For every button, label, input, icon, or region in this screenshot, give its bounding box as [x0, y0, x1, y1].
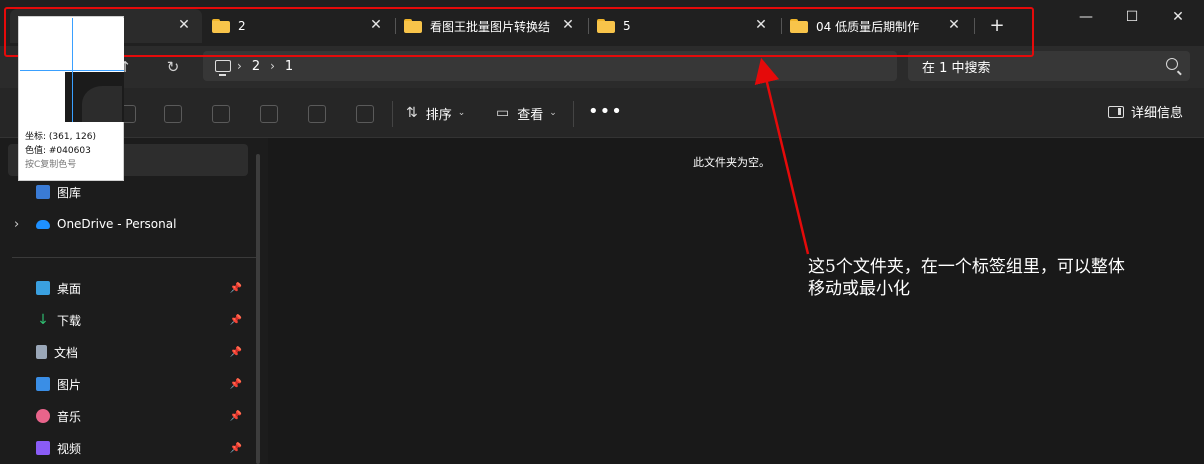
close-window-button[interactable]: ✕	[1156, 6, 1200, 28]
sidebar-item-label: 音乐	[57, 409, 82, 424]
breadcrumb-separator-icon: ›	[237, 59, 242, 73]
pin-icon[interactable]: 📌	[230, 347, 242, 358]
delete-icon[interactable]	[356, 105, 374, 123]
sidebar-item-downloads[interactable]: ↓ 下载 📌	[0, 306, 256, 334]
sidebar-item-label: 图片	[57, 377, 82, 392]
sidebar-item-label: 图库	[57, 185, 82, 200]
paste-icon[interactable]	[212, 105, 230, 123]
sort-button[interactable]: ⇅ 排序 ⌄	[406, 102, 465, 124]
documents-icon	[36, 345, 47, 359]
magnified-shadow-area	[82, 86, 122, 122]
pin-icon[interactable]: 📌	[230, 411, 242, 422]
sidebar-item-label: 视频	[57, 441, 82, 456]
chevron-down-icon: ⌄	[549, 108, 557, 118]
sidebar-item-label: 桌面	[57, 281, 82, 296]
cloud-icon	[36, 219, 50, 229]
maximize-button[interactable]: ☐	[1110, 6, 1154, 28]
sidebar-item-label: 下载	[57, 313, 82, 328]
pictures-icon	[36, 377, 50, 391]
file-list-area[interactable]: 此文件夹为空。	[268, 138, 1204, 464]
rename-icon[interactable]	[260, 105, 278, 123]
share-icon[interactable]	[308, 105, 326, 123]
pin-icon[interactable]: 📌	[230, 315, 242, 326]
sidebar-item-documents[interactable]: 文档 📌	[0, 338, 256, 366]
copy-icon[interactable]	[164, 105, 182, 123]
details-pane-icon	[1108, 105, 1124, 118]
music-icon	[36, 409, 50, 423]
sidebar-item-pictures[interactable]: 图片 📌	[0, 370, 256, 398]
sidebar-item-onedrive[interactable]: › OneDrive - Personal	[0, 210, 256, 238]
sidebar-item-gallery[interactable]: 图库	[0, 178, 256, 206]
sidebar-item-videos[interactable]: 视频 📌	[0, 434, 256, 462]
search-placeholder: 在 1 中搜索	[922, 60, 991, 76]
sidebar-item-music[interactable]: 音乐 📌	[0, 402, 256, 430]
pin-icon[interactable]: 📌	[230, 283, 242, 294]
command-bar: ⇅ 排序 ⌄ ▭ 查看 ⌄ ••• 详细信息	[0, 88, 1204, 138]
sidebar-item-label: OneDrive - Personal	[57, 217, 177, 231]
chevron-down-icon: ⌄	[457, 108, 466, 118]
crosshair-vertical	[72, 18, 73, 122]
details-label: 详细信息	[1131, 106, 1184, 121]
gallery-icon	[36, 185, 50, 199]
empty-folder-message: 此文件夹为空。	[693, 156, 770, 169]
annotation-highlight-box	[4, 7, 1034, 57]
sidebar-item-label: 文档	[54, 345, 79, 360]
sidebar-scrollbar[interactable]	[256, 154, 260, 464]
details-button[interactable]: 详细信息	[1108, 102, 1183, 121]
magnified-region	[20, 18, 124, 122]
search-icon	[1166, 58, 1178, 70]
navigation-pane: 图库 › OneDrive - Personal 桌面 📌 ↓ 下载 📌 文档 …	[0, 138, 268, 464]
toolbar-divider	[573, 101, 574, 127]
color-picker-magnifier: 坐标: (361, 126) 色值: #040603 按C复制色号	[18, 16, 124, 181]
expand-chevron-icon[interactable]: ›	[14, 217, 36, 232]
pin-icon[interactable]: 📌	[230, 379, 242, 390]
computer-icon	[215, 60, 231, 76]
view-icon: ▭	[496, 105, 510, 121]
minimize-button[interactable]: —	[1064, 6, 1108, 28]
view-button[interactable]: ▭ 查看 ⌄	[496, 102, 557, 124]
breadcrumb-separator-icon: ›	[270, 59, 275, 73]
toolbar-divider	[392, 101, 393, 127]
view-label: 查看	[517, 107, 544, 123]
refresh-icon[interactable]: ↻	[160, 54, 186, 80]
breadcrumb-item[interactable]: 2	[252, 59, 260, 74]
download-icon: ↓	[37, 312, 49, 328]
videos-icon	[36, 441, 50, 455]
sidebar-divider	[12, 257, 256, 258]
magnifier-hint: 按C复制色号	[25, 160, 77, 170]
sidebar-item-desktop[interactable]: 桌面 📌	[0, 274, 256, 302]
desktop-icon	[36, 281, 50, 295]
magnifier-color-value: 色值: #040603	[25, 146, 91, 156]
more-options-icon[interactable]: •••	[588, 101, 623, 122]
magnifier-coords: 坐标: (361, 126)	[25, 132, 96, 142]
breadcrumb-item[interactable]: 1	[285, 59, 293, 74]
pin-icon[interactable]: 📌	[230, 443, 242, 454]
annotation-text: 这5个文件夹，在一个标签组里，可以整体移动或最小化	[808, 257, 1125, 299]
sort-icon: ⇅	[406, 105, 418, 121]
sort-label: 排序	[425, 107, 452, 123]
